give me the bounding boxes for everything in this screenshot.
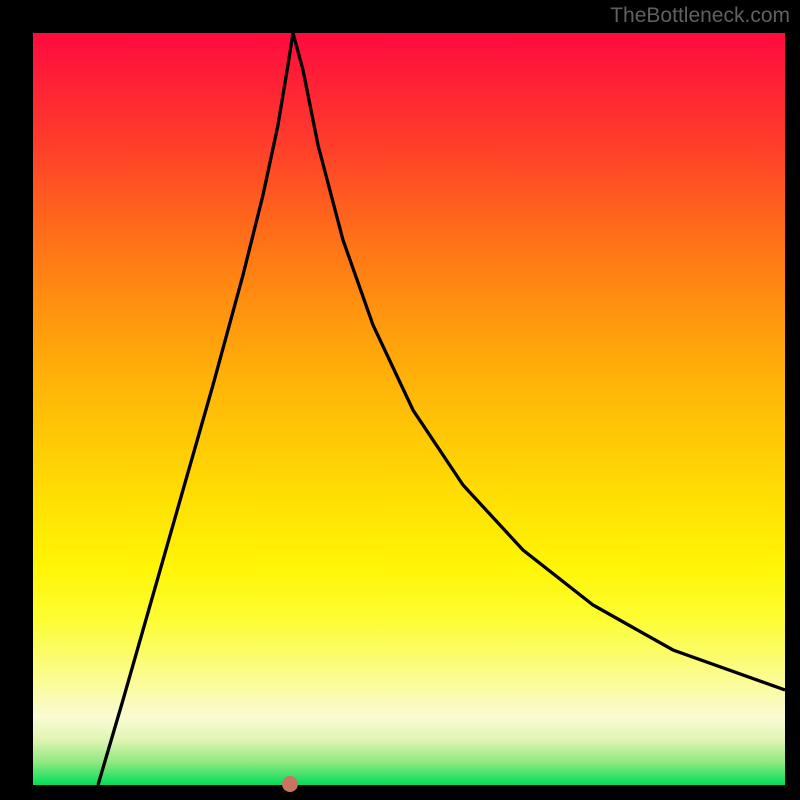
- chart-plot-area: [33, 33, 785, 785]
- bottleneck-curve: [33, 33, 785, 785]
- watermark-text: TheBottleneck.com: [610, 4, 790, 28]
- minimum-marker-dot: [282, 776, 298, 792]
